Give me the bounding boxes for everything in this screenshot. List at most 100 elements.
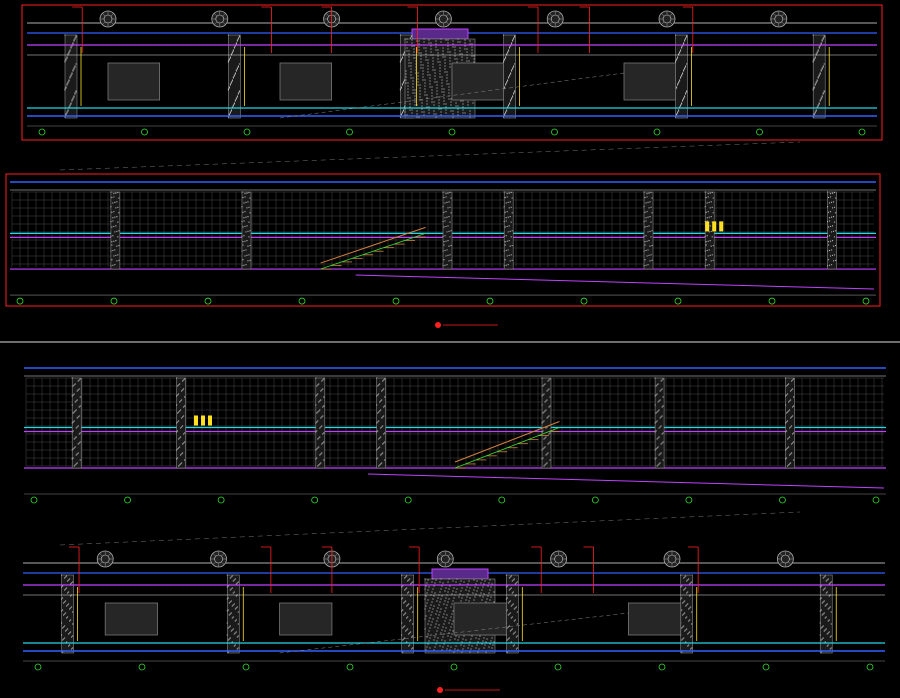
- hatch-dot: [456, 61, 458, 63]
- hatch-dot: [179, 446, 181, 448]
- hatch-dot: [407, 616, 409, 618]
- hatch-dot: [826, 603, 828, 605]
- hatch-dot: [785, 395, 787, 397]
- hatch-dot: [456, 578, 458, 580]
- hatch-dot: [431, 86, 433, 88]
- hatch-dot: [547, 389, 549, 391]
- hatch-dot: [450, 646, 452, 648]
- hatch-dot: [117, 221, 119, 223]
- hatch-dot: [113, 193, 115, 195]
- hatch-dot: [68, 591, 70, 593]
- hatch-dot: [434, 81, 436, 83]
- hatch-dot: [321, 425, 323, 427]
- hatch-dot: [449, 57, 451, 59]
- hatch-dot: [77, 425, 79, 427]
- hatch-dot: [183, 379, 185, 381]
- hatch-dot: [471, 49, 473, 51]
- hatch-dot: [179, 410, 181, 412]
- hatch-dot: [654, 377, 656, 379]
- hatch-dot: [72, 623, 74, 625]
- hatch-dot: [448, 201, 450, 203]
- hatch-dot: [402, 609, 404, 611]
- hatch-dot: [472, 102, 474, 104]
- hatch-dot: [418, 40, 420, 42]
- hatch-dot: [420, 64, 422, 66]
- hatch-dot: [822, 613, 824, 615]
- hatch-dot: [383, 442, 385, 444]
- hatch-dot: [113, 225, 115, 228]
- hatch-dot: [72, 581, 74, 583]
- hatch-dot: [513, 608, 515, 610]
- hatch-dot: [709, 254, 711, 256]
- hatch-dot: [515, 636, 517, 638]
- hatch-dot: [511, 212, 513, 214]
- hatch-dot: [830, 647, 832, 649]
- hatch-dot: [428, 39, 430, 41]
- hatch-dot: [815, 109, 817, 111]
- hatch-dot: [445, 627, 447, 629]
- hatch-dot: [436, 640, 438, 642]
- hatch-dot: [401, 83, 403, 85]
- hatch-dot: [249, 212, 251, 214]
- hatch-dot: [316, 385, 318, 387]
- hatch-dot: [377, 421, 379, 423]
- hatch-dot: [406, 605, 408, 607]
- hatch-dot: [660, 416, 662, 418]
- hatch-dot: [788, 446, 790, 448]
- hatch-dot: [505, 264, 507, 266]
- hatch-dot: [467, 593, 469, 595]
- hatch-dot: [409, 103, 411, 105]
- hatch-dot: [411, 606, 413, 608]
- hatch-dot: [74, 37, 76, 39]
- hatch-bg: [785, 377, 795, 469]
- hatch-dot: [650, 206, 652, 208]
- hatch-dot: [407, 85, 409, 87]
- hatch-dot: [399, 88, 401, 90]
- hatch-dot: [433, 639, 435, 641]
- hatch-dot: [647, 264, 649, 266]
- hatch-dot: [688, 578, 690, 580]
- hatch-dot: [432, 598, 434, 600]
- hatch-dot: [242, 226, 244, 228]
- hatch-dot: [512, 633, 514, 635]
- hatch-dot: [708, 216, 710, 218]
- hatch-dot: [114, 249, 116, 251]
- hatch-dot: [439, 581, 441, 583]
- hatch-dot: [244, 240, 246, 242]
- hatch-dot: [656, 411, 658, 413]
- hatch-dot: [511, 42, 513, 44]
- hatch-dot: [456, 588, 458, 590]
- hatch-dot: [317, 393, 319, 395]
- hatch-dot: [507, 602, 509, 604]
- hatch-dot: [432, 66, 434, 68]
- hatch-dot: [404, 589, 406, 591]
- hatch-dot: [231, 617, 233, 619]
- hatch-dot: [72, 421, 74, 423]
- hatch-dot: [319, 400, 321, 402]
- hatch-dot: [689, 631, 691, 633]
- hatch-dot: [231, 79, 233, 81]
- hatch-dot: [705, 259, 707, 261]
- hatch-dot: [410, 619, 412, 621]
- hatch-dot: [411, 112, 413, 114]
- hatch-dot: [75, 63, 77, 65]
- hatch-dot: [643, 250, 645, 252]
- hatch-dot: [229, 637, 231, 639]
- hatch-dot: [79, 432, 81, 434]
- hatch-dot: [442, 56, 444, 58]
- stone-hatch: [61, 574, 74, 654]
- hatch-dot: [111, 196, 113, 199]
- hatch-dot: [246, 225, 248, 227]
- hatch-dot: [443, 100, 445, 102]
- hatch-dot: [184, 396, 186, 398]
- hatch-dot: [541, 431, 543, 433]
- hatch-dot: [405, 70, 407, 72]
- hatch-dot: [649, 245, 651, 247]
- hatch-dot: [710, 201, 712, 203]
- hatch-dot: [376, 458, 378, 460]
- hatch-dot: [72, 457, 74, 459]
- hatch-dot: [231, 605, 233, 607]
- hatch-dot: [454, 648, 456, 650]
- hatch-dot: [683, 625, 685, 627]
- hatch-dot: [440, 38, 442, 40]
